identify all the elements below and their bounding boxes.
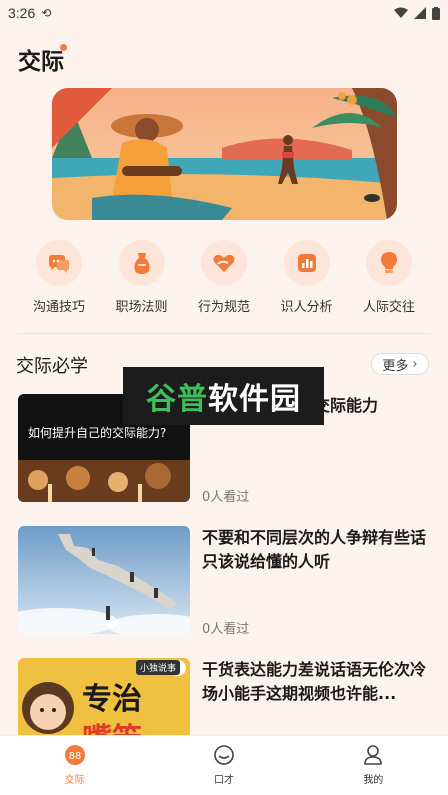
status-time: 3:26 [8,5,36,21]
article-item[interactable]: 不要和不同层次的人争辩有些话只该说给懂的人听 0人看过 [18,526,430,637]
category-label: 识人分析 [280,300,333,315]
wifi-icon [394,7,408,18]
category-communication[interactable]: 沟通技巧 [18,240,100,324]
user-icon [364,745,383,765]
article-title: 不要和不同层次的人争辩有些话只该说给懂的人听 [202,528,427,571]
article-views: 0人看过 [202,490,250,505]
thumbnail-tag: 小独说事 [136,660,181,675]
category-label: 职场法则 [115,300,168,315]
chart-icon [283,240,330,286]
vase-icon [118,240,165,286]
more-label: 更多 [382,358,409,374]
bottom-tab-bar: 88 交际 口才 我的 [0,735,448,795]
lightbulb-icon [366,240,412,286]
article-thumbnail: 小独说事 专治 嘴笨 [18,658,190,735]
watermark-logo: 谷普 软件园 [123,367,324,425]
category-workplace[interactable]: 职场法则 [101,240,183,324]
category-label: 沟通技巧 [32,300,85,315]
title-accent-dot [60,44,67,51]
category-row: 沟通技巧 职场法则 行为规范 识人分析 人际交往 [18,240,430,324]
signal-icon [414,7,426,19]
tab-eloquence[interactable]: 口才 [149,736,298,795]
tab-label: 口才 [213,775,234,786]
status-icons [394,6,440,20]
sync-icon: ⟲ [41,6,52,20]
smile-icon [214,745,234,765]
thumbnail-big-text: 嘴笨 [82,714,142,735]
chevron-right-icon: › [412,356,418,372]
category-label: 行为规范 [197,300,250,315]
article-item[interactable]: 小独说事 专治 嘴笨 干货表达能力差说话语无伦次冷场小能手这期视频也许能... [18,658,430,735]
article-title: 干货表达能力差说话语无伦次冷场小能手这期视频也许能... [202,660,427,703]
category-label: 人际交往 [362,300,415,315]
tab-mine[interactable]: 我的 [299,736,448,795]
category-analysis[interactable]: 识人分析 [266,240,348,324]
section-title: 交际必学 [16,356,88,377]
thumbnail-big-text: 专治 [82,682,142,717]
status-bar: 3:26 ⟲ [0,0,448,26]
category-social[interactable]: 人际交往 [348,240,430,324]
tab-label: 我的 [363,775,384,786]
heart-hands-icon [201,240,247,286]
svg-text:88: 88 [68,751,81,762]
thumbnail-caption: 如何提升自己的交际能力? [28,426,167,440]
social-tab-icon: 88 [64,745,85,765]
article-thumbnail [18,526,190,634]
more-button[interactable]: 更多 › [371,353,429,375]
chat-bubble-icon [36,240,82,286]
tab-social[interactable]: 88 交际 [0,736,149,795]
tab-label: 交际 [64,775,85,786]
category-behavior[interactable]: 行为规范 [183,240,265,324]
beach-illustration [52,88,397,220]
banner-image[interactable] [52,88,397,220]
page-title: 交际 [18,49,64,75]
divider [18,333,430,334]
battery-icon [432,6,440,20]
article-views: 0人看过 [202,622,250,637]
